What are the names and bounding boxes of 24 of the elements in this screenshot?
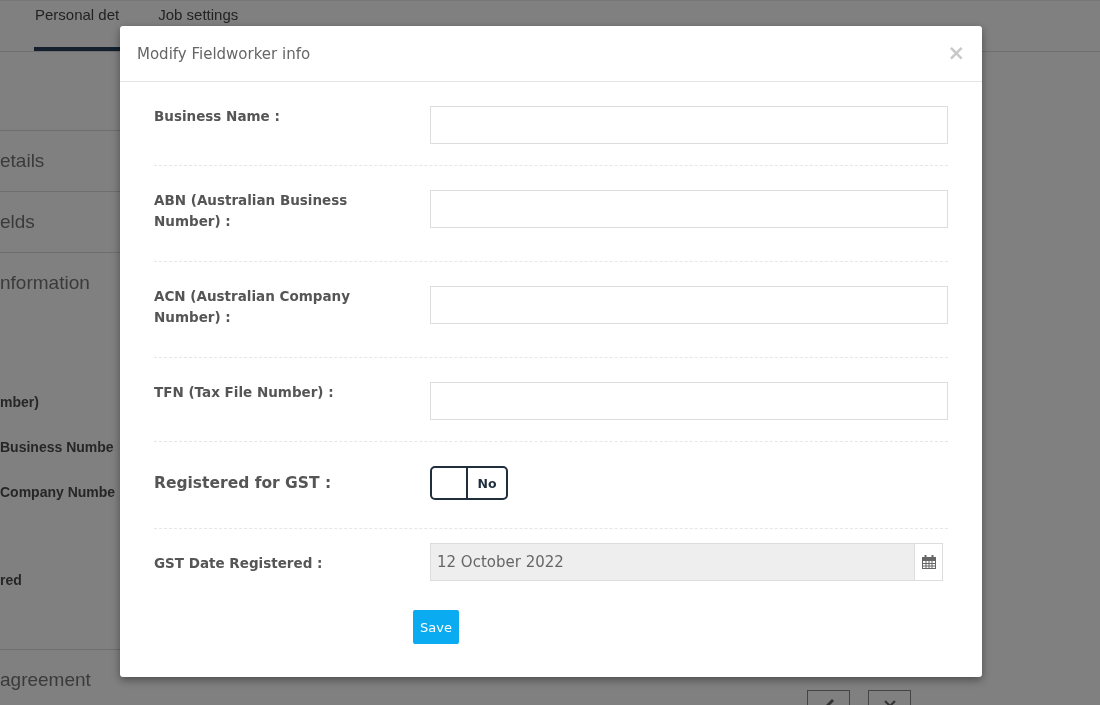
field-label: Business Name : bbox=[154, 107, 281, 126]
field-label: GST Date Registered : bbox=[154, 554, 324, 573]
text-field[interactable] bbox=[430, 190, 948, 228]
calendar-button[interactable] bbox=[915, 543, 943, 581]
text-field[interactable] bbox=[430, 106, 948, 144]
field-label: ACN (Australian Company Number) : bbox=[154, 287, 351, 327]
calendar-icon bbox=[920, 554, 937, 570]
save-button[interactable]: Save bbox=[413, 610, 459, 644]
field-label: mber) bbox=[0, 393, 39, 410]
text-field[interactable] bbox=[430, 382, 948, 420]
field-label: Registered for GST : bbox=[154, 472, 333, 494]
field-label: TFN (Tax File Number) : bbox=[154, 383, 335, 402]
field-label: Company Numbe bbox=[0, 483, 116, 500]
tab[interactable]: Job settings bbox=[157, 1, 240, 25]
section-heading: etails bbox=[0, 150, 45, 172]
field-label: Business Numbe bbox=[0, 438, 114, 455]
field-label: red bbox=[0, 571, 22, 588]
section-heading: elds bbox=[0, 211, 35, 233]
dialog-title: Modify Fieldworker info bbox=[137, 44, 311, 63]
toggle-switch[interactable]: No bbox=[430, 466, 508, 500]
section-heading: agreement bbox=[0, 669, 91, 691]
text-field[interactable] bbox=[430, 286, 948, 324]
field-label: ABN (Australian Business Number) : bbox=[154, 191, 349, 231]
section-heading: nformation bbox=[0, 272, 90, 294]
